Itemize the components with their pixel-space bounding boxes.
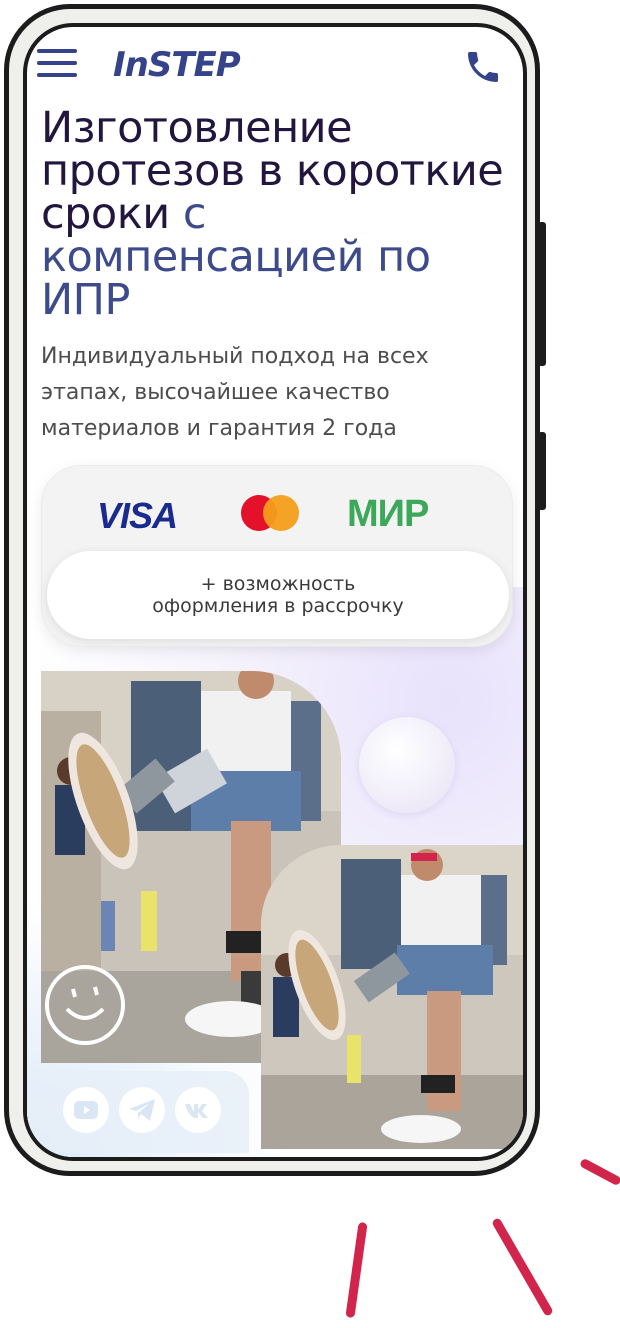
hero-subtitle: Индивидуальный подход на всех этапах, вы… — [41, 344, 429, 441]
decorative-stroke — [578, 1157, 620, 1187]
mir-logo: МИР — [347, 493, 429, 535]
installment-line2: оформления в рассрочку — [152, 595, 404, 617]
hero-title: Изготовление протезов в короткие сроки с… — [41, 107, 521, 322]
logo[interactable]: InSTEP — [113, 45, 241, 85]
mastercard-icon — [241, 495, 301, 531]
phone-side-button-lower — [538, 432, 546, 510]
social-panel — [27, 1071, 249, 1153]
smiley-doodle-icon — [45, 965, 125, 1045]
decorative-stroke — [491, 1217, 554, 1317]
installment-line1: + возможность — [200, 573, 356, 595]
decorative-bubble — [359, 717, 455, 813]
telegram-icon[interactable] — [119, 1087, 165, 1133]
youtube-icon[interactable] — [63, 1087, 109, 1133]
hero-title-main: Изготовление протезов в короткие сроки — [41, 103, 504, 239]
decorative-stroke — [345, 1221, 368, 1319]
phone-icon[interactable] — [463, 47, 503, 87]
phone-side-button-upper — [538, 222, 546, 366]
phone-frame: InSTEP Изготовление протезов в короткие … — [4, 4, 540, 1176]
payment-card: VISA МИР + возможность оформления в расс… — [41, 465, 513, 647]
visa-logo: VISA — [97, 495, 178, 536]
phone-screen: InSTEP Изготовление протезов в короткие … — [23, 23, 527, 1161]
hero-photo-small — [261, 845, 523, 1149]
installment-button[interactable]: + возможность оформления в рассрочку — [47, 551, 509, 639]
vk-icon[interactable] — [175, 1087, 221, 1133]
hamburger-menu-icon[interactable] — [37, 49, 77, 79]
